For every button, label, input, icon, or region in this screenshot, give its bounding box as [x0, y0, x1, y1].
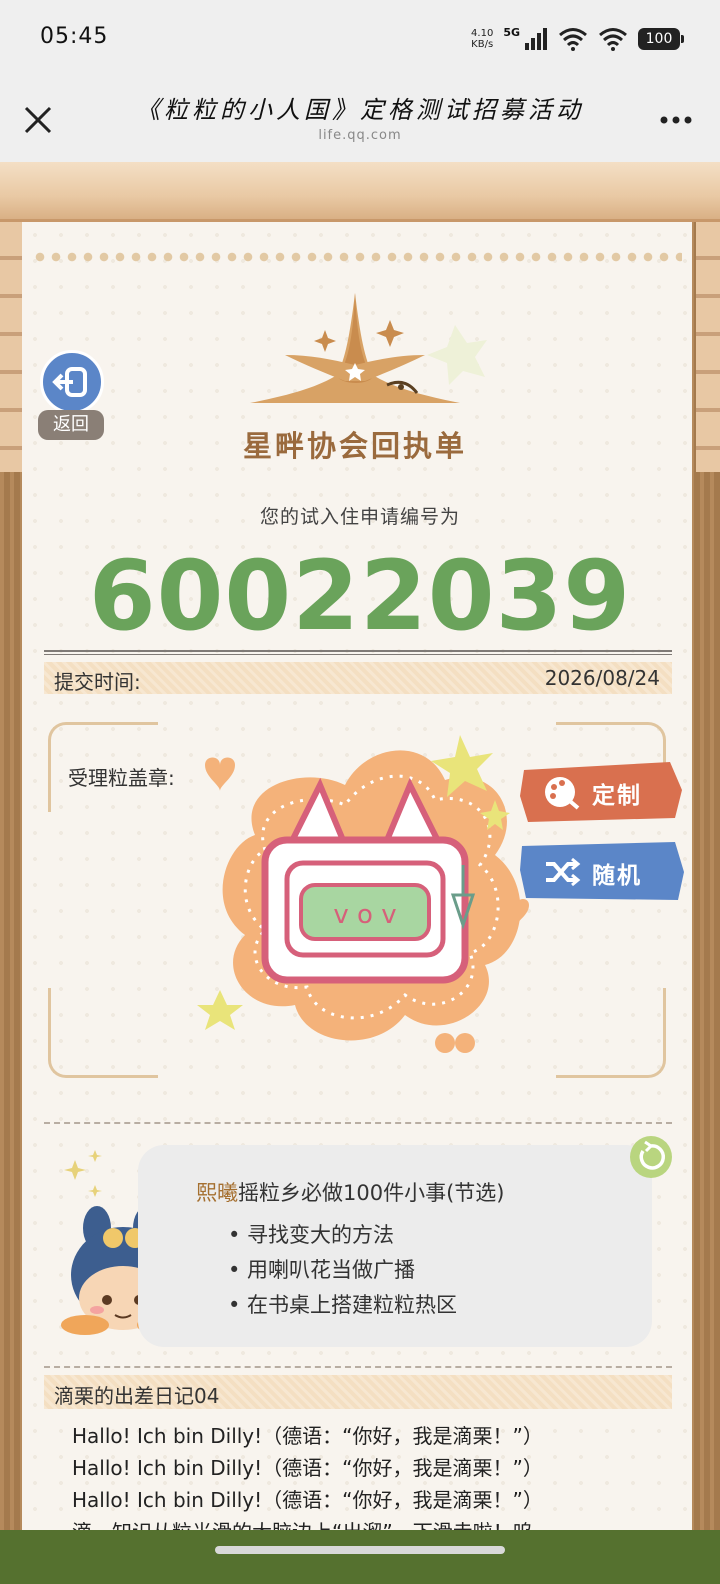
cellular-signal-icon: [525, 28, 547, 50]
customize-button[interactable]: 定制: [520, 760, 685, 822]
back-circle: [40, 350, 104, 414]
shelf-left: [0, 222, 24, 472]
more-button[interactable]: [656, 100, 696, 140]
shelf-top: [0, 162, 720, 222]
diary-body: Hallo! Ich bin Dilly!（德语：“你好，我是滴栗！”） Hal…: [72, 1420, 672, 1548]
list-item: • 在书桌上搭建粒粒热区: [228, 1293, 458, 1317]
star-logo-icon: [125, 293, 487, 410]
diary-line: Hallo! Ich bin Dilly!（德语：“你好，我是滴栗！”）: [72, 1488, 543, 1512]
status-bar: 05:45 4.10 KB/s 5G 100: [0, 0, 720, 78]
browser-header: 《粒粒的小人国》定格测试招募活动 life.qq.com: [0, 78, 720, 162]
dashed-divider: [44, 1366, 672, 1368]
todo-title-text: 摇粒乡必做100件小事(节选): [238, 1181, 505, 1205]
submit-time-value: 2026/08/24: [544, 666, 660, 690]
refresh-button[interactable]: [630, 1136, 672, 1178]
home-indicator[interactable]: [215, 1546, 505, 1554]
back-arrow-icon: [52, 367, 87, 397]
logo-title: 星畔协会回执单: [242, 429, 467, 463]
list-item: • 用喇叭花当做广播: [228, 1258, 416, 1282]
battery-icon: 100: [638, 28, 684, 50]
submit-time-label: 提交时间:: [54, 670, 141, 694]
shuffle-icon: [546, 857, 581, 887]
frame-corner-bottom-right: [556, 988, 666, 1078]
wifi-icon-secondary: [599, 28, 627, 51]
list-item: • 寻找变大的方法: [228, 1223, 395, 1247]
diary-title-bar: 滴栗的出差日记04: [44, 1375, 672, 1409]
random-button[interactable]: 随机: [520, 840, 685, 900]
5g-label: 5G: [503, 25, 520, 39]
back-button[interactable]: 返回: [38, 350, 106, 442]
dashed-divider: [44, 1122, 672, 1124]
todo-card: 熙曦摇粒乡必做100件小事(节选) • 寻找变大的方法 • 用喇叭花当做广播 •…: [138, 1145, 652, 1347]
diary-title: 滴栗的出差日记04: [54, 1384, 220, 1408]
cat-stamp-icon: v o v: [197, 735, 529, 1053]
todo-title: 熙曦摇粒乡必做100件小事(节选): [196, 1177, 504, 1207]
divider-line: [44, 650, 672, 655]
submit-time-bar: 提交时间: 2026/08/24: [44, 662, 672, 694]
network-speed-unit: KB/s: [471, 39, 494, 50]
association-logo: 星畔协会回执单: [125, 285, 505, 465]
status-time: 05:45: [40, 24, 109, 49]
network-speed-value: 4.10: [471, 28, 494, 39]
network-speed: 4.10 KB/s: [471, 28, 493, 50]
more-icon: [660, 116, 692, 124]
apply-number-label: 您的试入住申请编号为: [259, 506, 460, 528]
diary-line: Hallo! Ich bin Dilly!（德语：“你好，我是滴栗！”）: [72, 1456, 543, 1480]
apply-number: 60022039: [88, 540, 632, 652]
shelf-right: [696, 222, 720, 472]
stamp-illustration: v o v: [195, 725, 545, 1070]
todo-list: • 寻找变大的方法 • 用喇叭花当做广播 • 在书桌上搭建粒粒热区: [228, 1219, 457, 1324]
back-label: 返回: [38, 410, 104, 440]
wifi-icon: [559, 28, 587, 51]
dot-border: [32, 252, 682, 262]
stamp-label: 受理粒盖章:: [68, 766, 175, 790]
status-indicators: 4.10 KB/s 5G 100: [471, 24, 684, 54]
page-title: 《粒粒的小人国》定格测试招募活动: [136, 96, 584, 124]
todo-owner-name: 熙曦: [196, 1181, 238, 1205]
refresh-icon: [639, 1140, 666, 1170]
customize-label: 定制: [592, 783, 642, 809]
bottom-bar: [0, 1530, 720, 1584]
frame-corner-bottom-left: [48, 988, 158, 1078]
palette-icon: [545, 777, 580, 810]
random-label: 随机: [592, 863, 642, 889]
page-url: life.qq.com: [318, 128, 402, 143]
diary-line: Hallo! Ich bin Dilly!（德语：“你好，我是滴栗！”）: [72, 1424, 543, 1448]
stamp-face: v o v: [333, 900, 396, 930]
